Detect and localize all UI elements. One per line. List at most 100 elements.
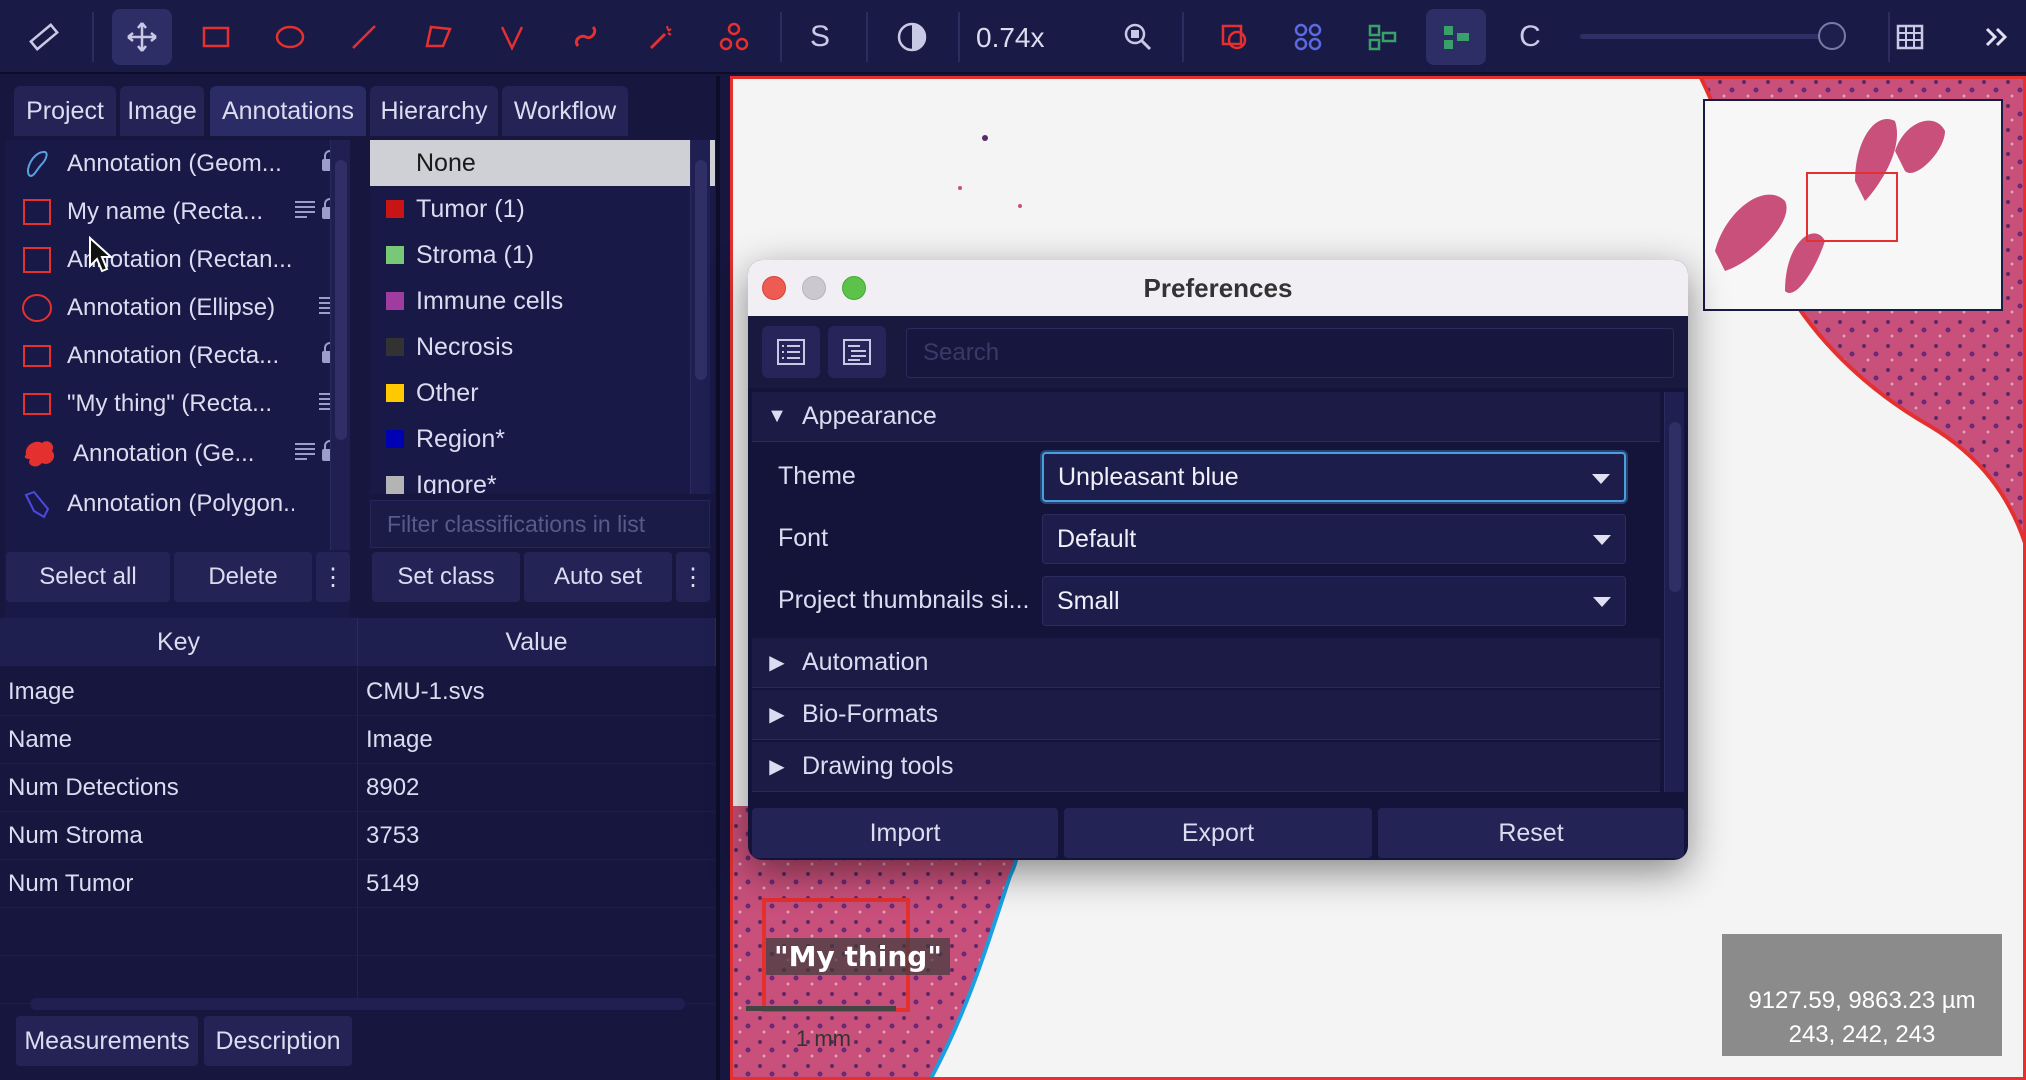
preferences-scrollbar[interactable]: [1664, 392, 1684, 792]
class-label: None: [416, 148, 476, 177]
reset-button[interactable]: Reset: [1378, 808, 1684, 858]
show-detections-icon[interactable]: [1278, 9, 1338, 65]
annotation-item[interactable]: Annotation (Ellipse): [5, 284, 350, 332]
selection-mode-button[interactable]: S: [790, 9, 850, 65]
points-tool-icon[interactable]: [704, 9, 764, 65]
class-item-necrosis[interactable]: Necrosis: [370, 324, 715, 370]
scrollbar-thumb[interactable]: [695, 160, 707, 380]
table-header-value[interactable]: Value: [358, 618, 716, 666]
preferences-search-input[interactable]: Search: [906, 328, 1674, 378]
class-item-ignore[interactable]: Ignore*: [370, 462, 715, 494]
show-annotations-icon[interactable]: [1204, 9, 1264, 65]
categorized-view-icon[interactable]: [762, 326, 820, 378]
class-filter-input[interactable]: Filter classifications in list: [370, 500, 710, 548]
table-cell-key: Name: [0, 716, 358, 763]
annotation-list[interactable]: Annotation (Geom... My name (Recta... An…: [5, 140, 350, 620]
line-tool-icon[interactable]: [334, 9, 394, 65]
class-item-other[interactable]: Other: [370, 370, 715, 416]
close-window-icon[interactable]: [762, 276, 786, 300]
maximize-window-icon[interactable]: [842, 276, 866, 300]
expanded-triangle-icon: ▼: [767, 405, 787, 427]
section-label: Bio-Formats: [802, 700, 939, 728]
class-item-tumor[interactable]: Tumor (1): [370, 186, 715, 232]
tab-workflow[interactable]: Workflow: [502, 86, 628, 136]
table-row[interactable]: Num Tumor 5149: [0, 860, 716, 908]
class-swatch: [386, 338, 404, 356]
toolbar-separator: [1182, 12, 1184, 62]
annotation-item[interactable]: "My thing" (Recta...: [5, 380, 350, 428]
section-appearance[interactable]: ▼ Appearance: [752, 392, 1660, 442]
wand-tool-icon[interactable]: [630, 9, 690, 65]
annotation-item[interactable]: Annotation (Rectan...: [5, 236, 350, 284]
ellipse-tool-icon[interactable]: [260, 9, 320, 65]
tab-project[interactable]: Project: [14, 86, 116, 136]
tab-measurements[interactable]: Measurements: [16, 1016, 198, 1066]
table-row[interactable]: Name Image: [0, 716, 716, 764]
zoom-to-fit-icon[interactable]: [1108, 9, 1168, 65]
thumbnail-size-dropdown[interactable]: Small: [1042, 576, 1626, 626]
table-horizontal-scrollbar[interactable]: [30, 998, 685, 1010]
move-tool-icon[interactable]: [112, 9, 172, 65]
class-more-button[interactable]: ⋮: [676, 552, 710, 602]
class-label: Ignore*: [416, 470, 497, 495]
tab-image[interactable]: Image: [120, 86, 204, 136]
polyline-tool-icon[interactable]: [482, 9, 542, 65]
delete-button[interactable]: Delete: [174, 552, 312, 602]
ruler-icon[interactable]: [14, 9, 74, 65]
brush-tool-icon[interactable]: [556, 9, 616, 65]
opacity-slider-thumb[interactable]: [1818, 22, 1846, 50]
select-all-button[interactable]: Select all: [6, 552, 170, 602]
auto-set-button[interactable]: Auto set: [524, 552, 672, 602]
export-button[interactable]: Export: [1064, 808, 1372, 858]
tab-description[interactable]: Description: [204, 1016, 352, 1066]
minimize-window-icon[interactable]: [802, 276, 826, 300]
annotation-item[interactable]: My name (Recta...: [5, 188, 350, 236]
description-icon: [294, 198, 316, 227]
annotation-item[interactable]: Annotation (Recta...: [5, 332, 350, 380]
alphabetical-view-icon[interactable]: [828, 326, 886, 378]
annotation-more-button[interactable]: ⋮: [316, 552, 350, 602]
annotation-item[interactable]: Annotation (Geom...: [5, 140, 350, 188]
section-automation[interactable]: ▶ Automation: [752, 638, 1660, 688]
scrollbar-thumb[interactable]: [1669, 422, 1681, 592]
preferences-titlebar[interactable]: Preferences: [748, 260, 1688, 316]
pixel-classification-icon[interactable]: [1426, 9, 1486, 65]
channel-viewer-button[interactable]: C: [1500, 9, 1560, 65]
overview-thumbnail[interactable]: [1703, 99, 2003, 311]
class-item-none[interactable]: None: [370, 140, 715, 186]
polygon-tool-icon[interactable]: [408, 9, 468, 65]
import-button[interactable]: Import: [752, 808, 1058, 858]
table-row[interactable]: Num Detections 8902: [0, 764, 716, 812]
rectangle-tool-icon[interactable]: [186, 9, 246, 65]
section-label: Appearance: [802, 402, 937, 430]
opacity-slider[interactable]: [1580, 34, 1835, 39]
channel-viewer-label: C: [1519, 20, 1541, 53]
table-row[interactable]: Image CMU-1.svs: [0, 668, 716, 716]
annotation-list-scrollbar[interactable]: [330, 140, 350, 550]
font-dropdown[interactable]: Default: [1042, 514, 1626, 564]
class-list-scrollbar[interactable]: [690, 140, 710, 494]
theme-dropdown[interactable]: Unpleasant blue: [1042, 452, 1626, 502]
table-header-key[interactable]: Key: [0, 618, 358, 666]
class-item-region[interactable]: Region*: [370, 416, 715, 462]
tab-hierarchy[interactable]: Hierarchy: [370, 86, 498, 136]
tab-annotations[interactable]: Annotations: [210, 86, 366, 136]
measurement-table-icon[interactable]: [1880, 9, 1940, 65]
annotation-item[interactable]: Annotation (Polygon...: [5, 480, 350, 528]
section-bio-formats[interactable]: ▶ Bio-Formats: [752, 690, 1660, 740]
detections-fill-icon[interactable]: [1352, 9, 1412, 65]
section-label: Automation: [802, 648, 929, 676]
more-tools-icon[interactable]: [1966, 9, 2026, 65]
section-drawing-tools[interactable]: ▶ Drawing tools: [752, 742, 1660, 792]
annotation-item[interactable]: Annotation (Ge...: [5, 428, 350, 480]
set-class-button[interactable]: Set class: [372, 552, 520, 602]
table-cell-value: 5149: [366, 869, 420, 897]
table-row[interactable]: Num Stroma 3753: [0, 812, 716, 860]
toolbar-separator: [958, 12, 960, 62]
scrollbar-thumb[interactable]: [335, 160, 347, 440]
preferences-toolbar: Search: [748, 316, 1688, 388]
classification-list[interactable]: None Tumor (1) Stroma (1) Immune cells N…: [370, 140, 715, 494]
class-item-immune-cells[interactable]: Immune cells: [370, 278, 715, 324]
class-item-stroma[interactable]: Stroma (1): [370, 232, 715, 278]
brightness-contrast-icon[interactable]: [882, 9, 942, 65]
